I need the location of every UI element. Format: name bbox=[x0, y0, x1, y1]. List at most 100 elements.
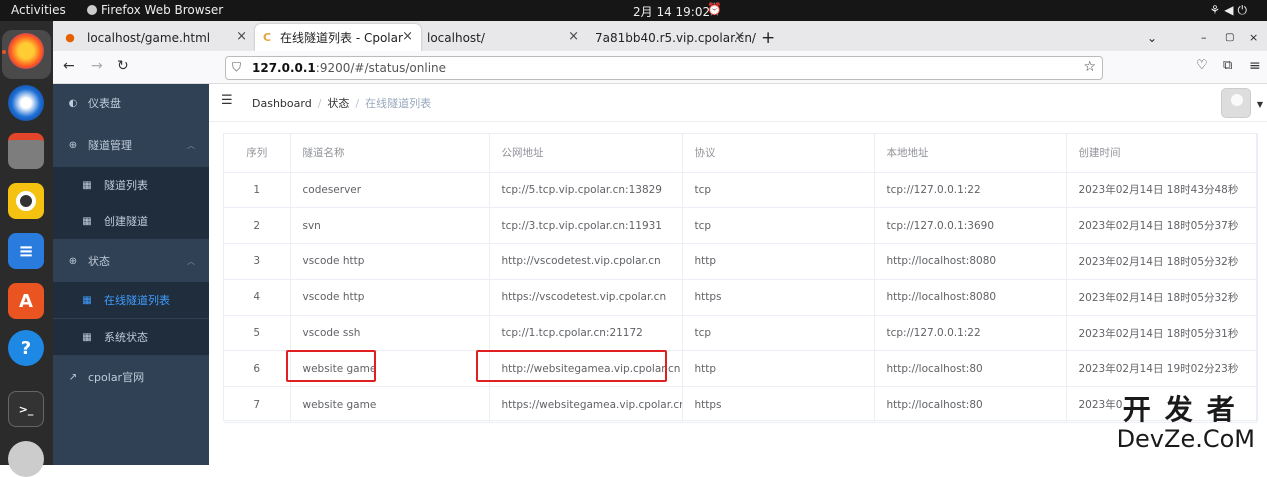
column-header-local-address: 本地地址 bbox=[874, 134, 1067, 173]
tab-label: localhost/ bbox=[427, 30, 485, 45]
close-tab-icon[interactable]: × bbox=[734, 29, 745, 44]
sidebar-item-label: 隧道列表 bbox=[104, 179, 148, 192]
tab-label: localhost/game.html bbox=[87, 30, 211, 45]
highlight-box-url bbox=[476, 350, 667, 382]
firefox-tab-icon: ● bbox=[65, 31, 75, 44]
table-header-row: 序列 隧道名称 公网地址 协议 本地地址 创建时间 bbox=[224, 134, 1257, 173]
chevron-up-icon: ︿ bbox=[187, 140, 195, 150]
cell-tunnel-name: vscode ssh bbox=[290, 315, 490, 352]
restore-icon[interactable]: ▢ bbox=[1225, 24, 1243, 51]
breadcrumb-status[interactable]: 状态 bbox=[327, 97, 349, 110]
close-tab-icon[interactable]: × bbox=[568, 29, 579, 44]
table-row: 5 vscode ssh tcp://1.tcp.cpolar.cn:21172 tc… bbox=[224, 315, 1257, 352]
cell-protocol: tcp bbox=[682, 172, 875, 209]
sidebar-item-cpolar-site[interactable]: ↗ cpolar官网 bbox=[53, 359, 209, 395]
chevron-up-icon: ︿ bbox=[187, 256, 195, 266]
sidebar-item-system-status[interactable]: ▦ 系统状态 bbox=[53, 319, 209, 355]
grid-icon: ▦ bbox=[82, 215, 92, 227]
new-tab-button[interactable]: + bbox=[761, 24, 781, 51]
close-tab-icon[interactable]: × bbox=[402, 29, 413, 44]
menu-icon[interactable]: ≡ bbox=[1249, 58, 1261, 74]
url-text: 127.0.0.1:9200/#/status/online bbox=[252, 61, 447, 75]
tab-label: 7a81bb40.r5.vip.cpolar.cn/ bbox=[595, 30, 756, 45]
cell-public-url: tcp://1.tcp.cpolar.cn:21172 bbox=[489, 315, 683, 352]
tab-bar: ● localhost/game.html × C 在线隧道列表 - Cpola… bbox=[53, 21, 1267, 51]
terminal-icon[interactable]: >_ bbox=[8, 391, 44, 427]
tab-cpolar-domain[interactable]: 7a81bb40.r5.vip.cpolar.cn/ × bbox=[587, 24, 756, 51]
cell-public-url: https://vscodetest.vip.cpolar.cn bbox=[489, 279, 683, 316]
avatar[interactable] bbox=[1221, 88, 1251, 118]
url-bar[interactable]: ⛉ 127.0.0.1:9200/#/status/online ☆ bbox=[225, 56, 1103, 80]
cell-index: 1 bbox=[224, 172, 291, 209]
bookmark-star-icon[interactable]: ☆ bbox=[1083, 59, 1096, 75]
sidebar-item-online-tunnels[interactable]: ▦ 在线隧道列表 bbox=[53, 282, 209, 318]
external-link-icon: ↗ bbox=[68, 371, 78, 383]
cpolar-tab-icon: C bbox=[262, 31, 272, 44]
grid-icon: ▦ bbox=[82, 331, 92, 343]
plus-circle-icon: ⊕ bbox=[68, 255, 78, 267]
table-row: 4 vscode http https://vscodetest.vip.cpola… bbox=[224, 279, 1257, 316]
column-header-protocol: 协议 bbox=[682, 134, 875, 173]
clock[interactable]: 2月 14 19:02 bbox=[633, 3, 710, 20]
running-indicator bbox=[2, 50, 6, 54]
power-icon: ⏻ bbox=[1237, 3, 1251, 17]
cell-tunnel-name: website game bbox=[290, 386, 490, 424]
nav-bar: ← → ↻ ⛉ 127.0.0.1:9200/#/status/online ☆… bbox=[53, 51, 1267, 84]
sidebar-item-dashboard[interactable]: ◐ 仪表盘 bbox=[53, 85, 209, 121]
cell-protocol: http bbox=[682, 350, 875, 388]
main-header: ☰ Dashboard / 状态 / 在线隧道列表 ▼ bbox=[209, 84, 1267, 122]
close-window-icon[interactable]: × bbox=[1249, 24, 1267, 51]
column-header-created-time: 创建时间 bbox=[1066, 134, 1257, 173]
rhythmbox-icon[interactable] bbox=[8, 183, 44, 219]
writer-icon[interactable]: ≡ bbox=[8, 233, 44, 269]
activities-button[interactable]: Activities bbox=[11, 3, 66, 17]
cell-index: 5 bbox=[224, 315, 291, 352]
cell-local-address: http://localhost:80 bbox=[874, 350, 1067, 388]
tab-localhost[interactable]: localhost/ × bbox=[421, 24, 587, 51]
shield-icon[interactable]: ⛉ bbox=[232, 60, 241, 75]
thunderbird-icon[interactable] bbox=[8, 85, 44, 121]
reload-icon[interactable]: ↻ bbox=[117, 58, 129, 74]
app-center-icon[interactable]: A bbox=[8, 283, 44, 319]
cell-index: 7 bbox=[224, 386, 291, 424]
system-top-bar: Activities Firefox Web Browser 2月 14 19:… bbox=[0, 0, 1267, 21]
caret-down-icon[interactable]: ▼ bbox=[1257, 100, 1263, 109]
tab-label: 在线隧道列表 - Cpolar bbox=[280, 31, 403, 45]
disc-icon[interactable] bbox=[8, 441, 44, 477]
extensions-icon[interactable]: ⧉ bbox=[1223, 58, 1232, 73]
firefox-icon[interactable] bbox=[8, 33, 44, 69]
close-tab-icon[interactable]: × bbox=[236, 29, 247, 44]
minimize-icon[interactable]: – bbox=[1201, 24, 1219, 51]
sidebar-item-tunnel-management[interactable]: ⊕ 隧道管理 ︿ bbox=[53, 127, 209, 163]
cell-index: 2 bbox=[224, 207, 291, 245]
cell-created-time: 2023年02月14日 19时02分23秒 bbox=[1066, 350, 1257, 388]
watermark-en: DevZe.CoM bbox=[1116, 425, 1255, 453]
pocket-icon[interactable]: ♡ bbox=[1196, 58, 1208, 73]
hamburger-icon[interactable]: ☰ bbox=[221, 93, 233, 108]
sidebar-item-status[interactable]: ⊕ 状态 ︿ bbox=[53, 243, 209, 279]
watermark-cn: 开发者 bbox=[1122, 393, 1249, 426]
cell-index: 6 bbox=[224, 350, 291, 388]
tab-cpolar[interactable]: C 在线隧道列表 - Cpolar × bbox=[255, 24, 421, 51]
cell-protocol: tcp bbox=[682, 207, 875, 245]
breadcrumb-current: 在线隧道列表 bbox=[365, 97, 432, 110]
breadcrumb-dashboard[interactable]: Dashboard bbox=[252, 97, 312, 110]
back-icon[interactable]: ← bbox=[63, 58, 75, 74]
app-menu[interactable]: Firefox Web Browser bbox=[87, 3, 223, 17]
table-row: 3 vscode http http://vscodetest.vip.cpolar… bbox=[224, 243, 1257, 280]
tab-game[interactable]: ● localhost/game.html × bbox=[59, 24, 255, 51]
tunnel-table: 序列 隧道名称 公网地址 协议 本地地址 创建时间 1 codeserver tcp://5.… bbox=[223, 133, 1258, 424]
cell-index: 3 bbox=[224, 243, 291, 280]
list-tabs-chevron-down-icon[interactable]: ⌄ bbox=[1147, 24, 1163, 51]
cell-protocol: http bbox=[682, 243, 875, 280]
sidebar-item-create-tunnel[interactable]: ▦ 创建隧道 bbox=[53, 203, 209, 239]
highlight-box-name bbox=[286, 350, 376, 382]
help-icon[interactable]: ? bbox=[8, 330, 44, 366]
system-tray[interactable]: ⚘◀⏻ bbox=[1210, 3, 1252, 18]
breadcrumb-separator: / bbox=[355, 97, 360, 110]
cell-index: 4 bbox=[224, 279, 291, 316]
forward-icon[interactable]: → bbox=[91, 58, 103, 74]
sidebar-item-label: 仪表盘 bbox=[88, 97, 121, 110]
sidebar-item-tunnel-list[interactable]: ▦ 隧道列表 bbox=[53, 167, 209, 203]
files-icon[interactable] bbox=[8, 133, 44, 169]
